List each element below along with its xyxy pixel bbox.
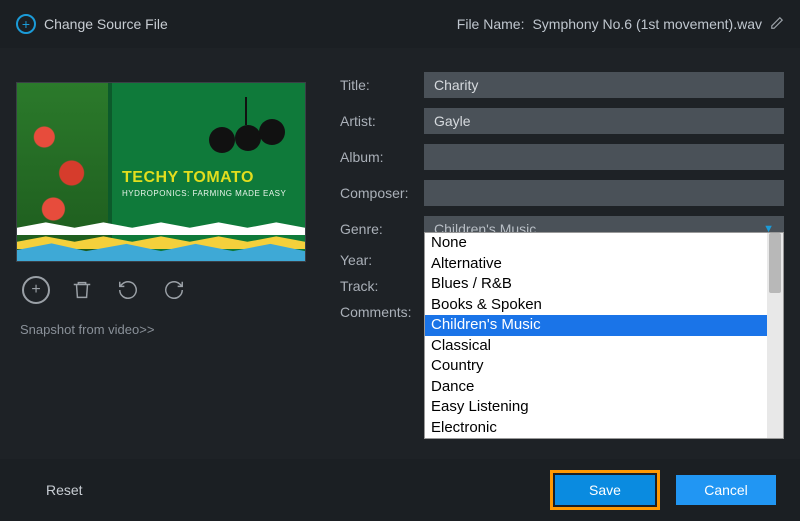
genre-dropdown-list[interactable]: None Alternative Blues / R&B Books & Spo… — [424, 232, 784, 439]
genre-option-classical[interactable]: Classical — [425, 336, 767, 357]
album-input[interactable] — [424, 144, 784, 170]
genre-option-none[interactable]: None — [425, 233, 767, 254]
title-input[interactable] — [424, 72, 784, 98]
genre-option-country[interactable]: Country — [425, 356, 767, 377]
composer-label: Composer: — [340, 185, 424, 201]
artist-label: Artist: — [340, 113, 424, 129]
rotate-cw-button[interactable] — [160, 276, 188, 304]
add-artwork-button[interactable]: + — [22, 276, 50, 304]
footer-bar: Reset Save Cancel — [0, 459, 800, 521]
genre-option-blues-rnb[interactable]: Blues / R&B — [425, 274, 767, 295]
wave-decoration — [17, 207, 305, 261]
change-source-label: Change Source File — [44, 16, 168, 32]
track-label: Track: — [340, 278, 424, 294]
artwork-thumbnail[interactable]: TECHY TOMATO HYDROPONICS: FARMING MADE E… — [16, 82, 306, 262]
file-name-label: File Name: — [457, 16, 525, 32]
thumbnail-toolbar: + — [16, 262, 316, 314]
dropdown-scrollbar[interactable] — [767, 233, 783, 438]
genre-option-books-spoken[interactable]: Books & Spoken — [425, 295, 767, 316]
pencil-edit-icon[interactable] — [770, 16, 784, 33]
snapshot-from-video-link[interactable]: Snapshot from video>> — [16, 314, 316, 345]
file-name-value: Symphony No.6 (1st movement).wav — [532, 16, 762, 32]
save-highlight: Save — [550, 470, 660, 510]
genre-option-childrens-music[interactable]: Children's Music — [425, 315, 767, 336]
scrollbar-thumb[interactable] — [769, 233, 781, 293]
comments-label: Comments: — [340, 304, 424, 320]
save-button[interactable]: Save — [555, 475, 655, 505]
composer-input[interactable] — [424, 180, 784, 206]
title-label: Title: — [340, 77, 424, 93]
delete-artwork-button[interactable] — [68, 276, 96, 304]
year-label: Year: — [340, 252, 424, 268]
top-bar: + Change Source File File Name: Symphony… — [0, 0, 800, 48]
genre-option-alternative[interactable]: Alternative — [425, 254, 767, 275]
file-name-display: File Name: Symphony No.6 (1st movement).… — [457, 16, 784, 33]
rotate-ccw-button[interactable] — [114, 276, 142, 304]
album-label: Album: — [340, 149, 424, 165]
genre-option-dance[interactable]: Dance — [425, 377, 767, 398]
genre-option-electronic[interactable]: Electronic — [425, 418, 767, 439]
change-source-file-button[interactable]: + Change Source File — [16, 14, 168, 34]
genre-label: Genre: — [340, 221, 424, 237]
genre-option-easy-listening[interactable]: Easy Listening — [425, 397, 767, 418]
brand-subtitle: HYDROPONICS: FARMING MADE EASY — [122, 189, 286, 198]
brand-title: TECHY TOMATO — [122, 169, 286, 187]
plus-circle-icon: + — [16, 14, 36, 34]
artist-input[interactable] — [424, 108, 784, 134]
cancel-button[interactable]: Cancel — [676, 475, 776, 505]
brand-block: TECHY TOMATO HYDROPONICS: FARMING MADE E… — [122, 169, 286, 198]
tomato-illustration — [201, 97, 291, 159]
reset-button[interactable]: Reset — [24, 475, 105, 505]
